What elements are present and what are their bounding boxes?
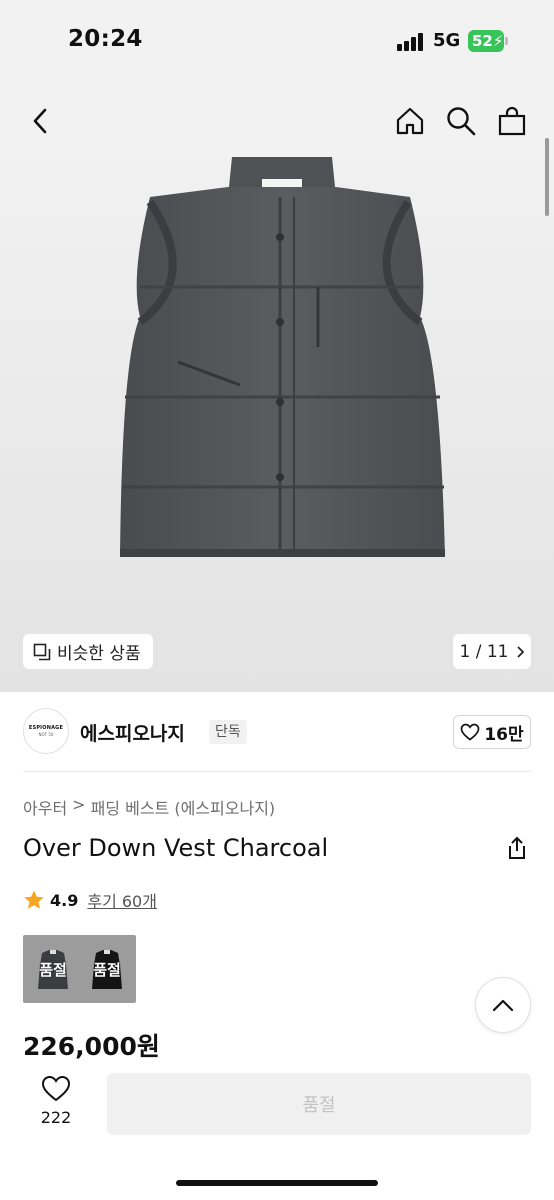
rating-row: 4.9 후기 60개	[23, 887, 157, 913]
similar-items-icon	[33, 643, 51, 660]
variant-selector[interactable]: 품절 품절	[23, 935, 136, 1003]
cellular-signal-icon	[397, 33, 425, 51]
wishlist-count: 222	[40, 1108, 72, 1127]
brand-row[interactable]: ESPIONAGE NOT 50 에스피오나지 단독 16만	[23, 708, 531, 754]
vest-product-image	[120, 157, 445, 557]
network-type: 5G	[433, 30, 461, 51]
home-icon[interactable]	[392, 103, 428, 139]
brand-logo-subtext: NOT 50	[38, 732, 54, 737]
similar-products-button[interactable]: 비슷한 상품	[23, 634, 153, 669]
battery-icon: 52⚡	[468, 30, 504, 52]
battery-level: 52	[472, 32, 493, 50]
battery-tip	[505, 37, 508, 45]
brand-name[interactable]: 에스피오나지	[80, 719, 185, 746]
variant-option[interactable]: 품절	[27, 939, 79, 999]
chevron-up-icon	[492, 999, 514, 1012]
variant-soldout-label: 품절	[93, 960, 121, 979]
soldout-purchase-button[interactable]: 품절	[107, 1073, 531, 1135]
brand-like-count: 16만	[484, 724, 524, 745]
brand-like-button[interactable]: 16만	[453, 715, 531, 749]
page-scrollbar[interactable]	[545, 138, 549, 216]
soldout-label: 품절	[302, 1095, 336, 1116]
breadcrumb-separator: >	[72, 795, 86, 814]
star-icon	[24, 890, 44, 909]
breadcrumb: 아우터 > 패딩 베스트 (에스피오나지)	[23, 795, 275, 819]
similar-products-label: 비슷한 상품	[57, 644, 141, 664]
image-pager-count: 1 / 11	[459, 641, 509, 662]
divider	[23, 771, 531, 772]
back-chevron-icon[interactable]	[22, 103, 58, 139]
heart-icon	[41, 1075, 71, 1102]
heart-icon	[460, 723, 480, 741]
chevron-right-icon	[517, 645, 525, 658]
reviews-link[interactable]: 후기 60개	[87, 888, 157, 912]
top-nav-bar	[0, 85, 554, 157]
product-title: Over Down Vest Charcoal	[23, 834, 329, 862]
image-pager[interactable]: 1 / 11	[453, 634, 531, 669]
breadcrumb-subcategory[interactable]: 패딩 베스트 (에스피오나지)	[91, 795, 276, 819]
shopping-bag-icon[interactable]	[494, 103, 530, 139]
variant-soldout-label: 품절	[39, 960, 67, 979]
breadcrumb-category[interactable]: 아우터	[23, 795, 67, 819]
exclusive-badge: 단독	[209, 720, 247, 744]
scroll-to-top-button[interactable]	[475, 977, 531, 1033]
share-icon[interactable]	[503, 834, 531, 862]
brand-logo-text: ESPIONAGE	[28, 725, 64, 731]
brand-logo[interactable]: ESPIONAGE NOT 50	[23, 708, 69, 754]
variant-option[interactable]: 품절	[81, 939, 133, 999]
wishlist-button[interactable]: 222	[33, 1075, 79, 1135]
search-icon[interactable]	[443, 103, 479, 139]
product-price: 226,000원	[23, 1032, 160, 1061]
rating-value: 4.9	[50, 890, 79, 910]
product-image-carousel[interactable]: 비슷한 상품 1 / 11	[0, 157, 554, 692]
status-time: 20:24	[68, 26, 143, 52]
home-indicator	[176, 1180, 378, 1186]
status-bar: 20:24 5G 52⚡	[0, 0, 554, 85]
